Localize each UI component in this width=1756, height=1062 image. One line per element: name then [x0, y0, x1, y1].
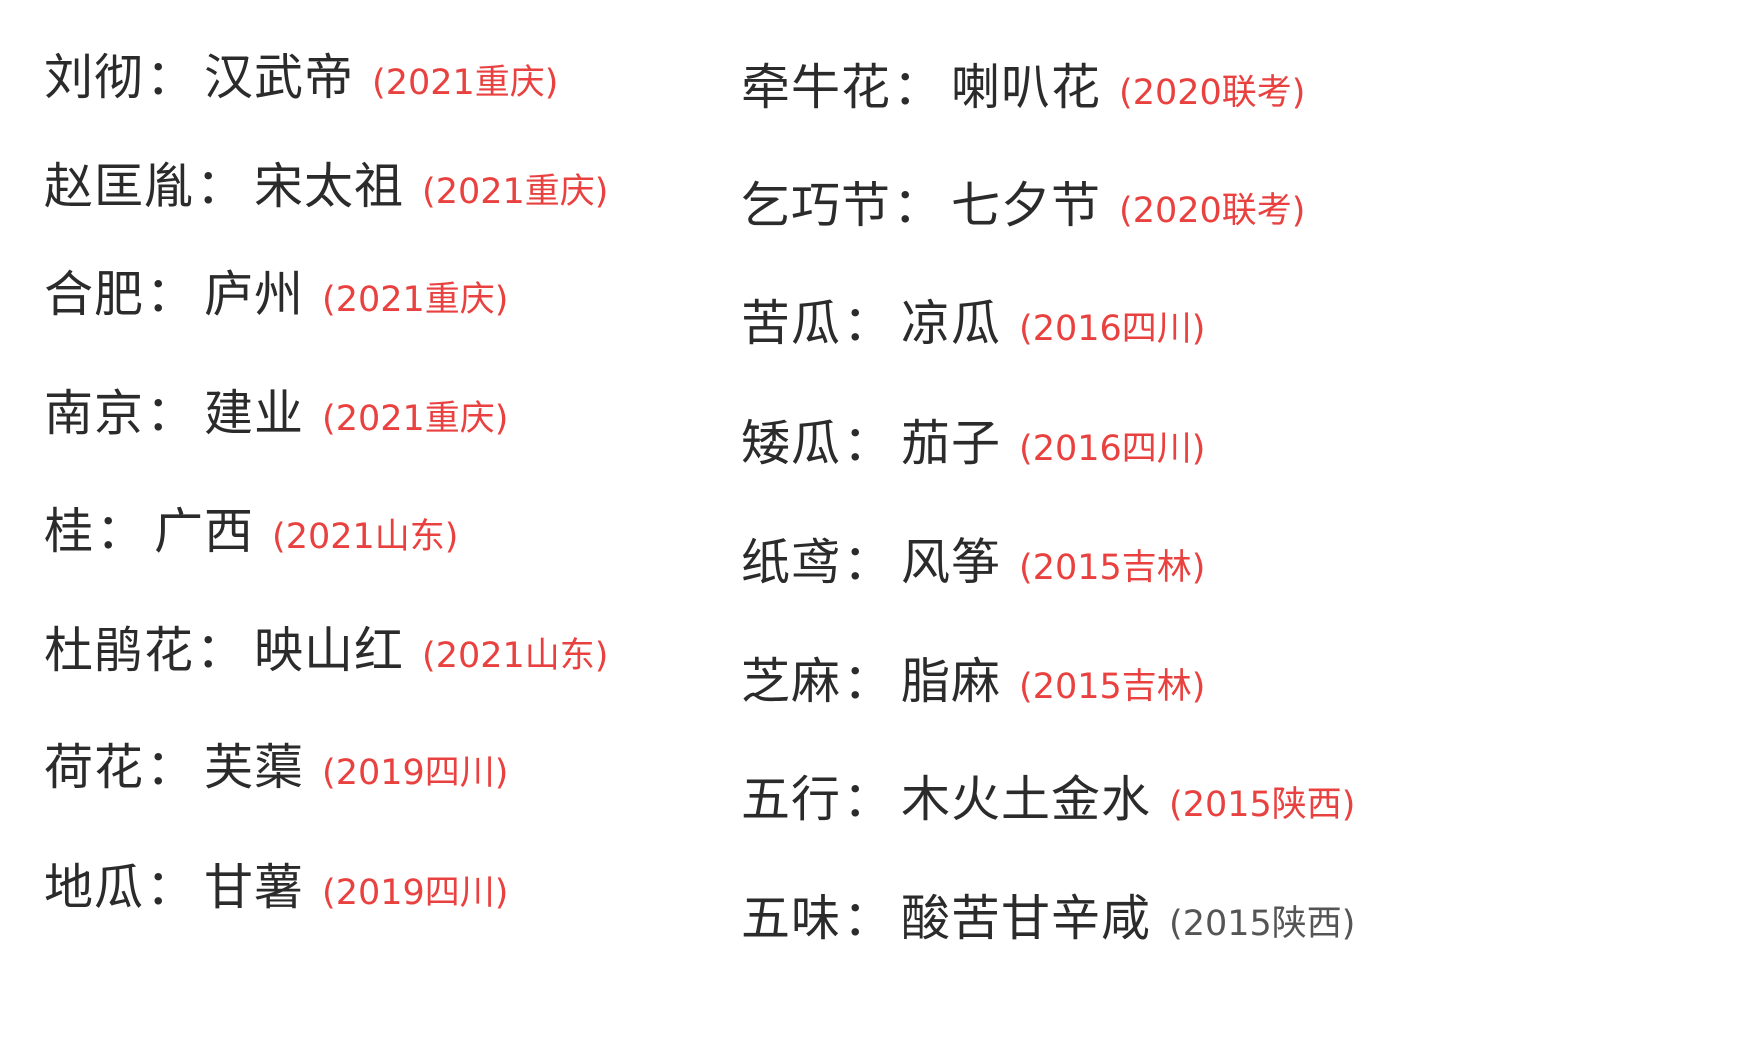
- separator: ：: [843, 534, 894, 591]
- separator: ：: [843, 771, 894, 828]
- source-tag: (2015吉林): [1019, 667, 1206, 707]
- source-tag: (2015陕西): [1169, 785, 1356, 825]
- list-item: 桂：广西 (2021山东): [44, 492, 458, 563]
- list-item: 纸鸢：风筝 (2015吉林): [741, 523, 1205, 594]
- list-item: 赵匡胤：宋太祖 (2021重庆): [44, 147, 608, 218]
- answer: 庐州: [204, 266, 305, 323]
- answer: 木火土金水: [901, 771, 1152, 828]
- source-tag: (2020联考): [1119, 73, 1306, 113]
- separator: ：: [146, 49, 197, 106]
- answer: 汉武帝: [204, 49, 355, 106]
- term: 地瓜: [44, 859, 145, 916]
- separator: ：: [146, 385, 197, 442]
- separator: ：: [843, 295, 894, 352]
- list-item: 芝麻：脂麻 (2015吉林): [741, 642, 1205, 713]
- answer: 喇叭花: [951, 59, 1102, 116]
- term: 赵匡胤: [44, 158, 195, 215]
- separator: ：: [843, 890, 894, 947]
- separator: ：: [196, 622, 247, 679]
- source-tag: (2020联考): [1119, 191, 1306, 231]
- source-tag: (2019四川): [322, 753, 509, 793]
- answer: 映山红: [254, 622, 405, 679]
- term: 芝麻: [741, 653, 842, 710]
- list-item: 刘彻：汉武帝 (2021重庆): [44, 38, 558, 109]
- answer: 风筝: [901, 534, 1002, 591]
- source-tag: (2015吉林): [1019, 548, 1206, 588]
- separator: ：: [146, 859, 197, 916]
- term: 南京: [44, 385, 145, 442]
- answer: 脂麻: [901, 653, 1002, 710]
- list-item: 地瓜：甘薯 (2019四川): [44, 848, 508, 919]
- source-tag: (2021重庆): [322, 280, 509, 320]
- source-tag: (2015陕西): [1169, 904, 1356, 944]
- source-tag: (2019四川): [322, 873, 509, 913]
- source-tag: (2021重庆): [322, 399, 509, 439]
- term: 合肥: [44, 266, 145, 323]
- source-tag: (2021重庆): [422, 172, 609, 212]
- term: 乞巧节: [741, 177, 892, 234]
- source-tag: (2016四川): [1019, 429, 1206, 469]
- separator: ：: [146, 266, 197, 323]
- term: 刘彻: [44, 49, 145, 106]
- list-item: 乞巧节：七夕节 (2020联考): [741, 166, 1305, 237]
- answer: 建业: [204, 385, 305, 442]
- term: 牵牛花: [741, 59, 892, 116]
- answer: 茄子: [901, 415, 1002, 472]
- term: 苦瓜: [741, 295, 842, 352]
- separator: ：: [843, 415, 894, 472]
- list-item: 荷花：芙蕖 (2019四川): [44, 728, 508, 799]
- term: 五味: [741, 890, 842, 947]
- source-tag: (2016四川): [1019, 309, 1206, 349]
- answer: 甘薯: [204, 859, 305, 916]
- answer: 宋太祖: [254, 158, 405, 215]
- list-item: 合肥：庐州 (2021重庆): [44, 255, 508, 326]
- list-item: 牵牛花：喇叭花 (2020联考): [741, 48, 1305, 119]
- term: 桂: [44, 503, 95, 560]
- list-item: 南京：建业 (2021重庆): [44, 374, 508, 445]
- separator: ：: [146, 739, 197, 796]
- term: 矮瓜: [741, 415, 842, 472]
- separator: ：: [96, 503, 147, 560]
- separator: ：: [843, 653, 894, 710]
- list-item: 五行：木火土金水 (2015陕西): [741, 760, 1355, 831]
- answer: 酸苦甘辛咸: [901, 890, 1152, 947]
- term: 五行: [741, 771, 842, 828]
- separator: ：: [196, 158, 247, 215]
- separator: ：: [893, 177, 944, 234]
- source-tag: (2021重庆): [372, 63, 559, 103]
- separator: ：: [893, 59, 944, 116]
- source-tag: (2021山东): [422, 636, 609, 676]
- list-item: 苦瓜：凉瓜 (2016四川): [741, 284, 1205, 355]
- answer: 广西: [154, 503, 255, 560]
- knowledge-list-page: 刘彻：汉武帝 (2021重庆) 赵匡胤：宋太祖 (2021重庆) 合肥：庐州 (202…: [0, 0, 1756, 1062]
- term: 荷花: [44, 739, 145, 796]
- list-item: 五味：酸苦甘辛咸 (2015陕西): [741, 879, 1355, 950]
- term: 杜鹃花: [44, 622, 195, 679]
- source-tag: (2021山东): [272, 517, 459, 557]
- answer: 七夕节: [951, 177, 1102, 234]
- answer: 芙蕖: [204, 739, 305, 796]
- list-item: 矮瓜：茄子 (2016四川): [741, 404, 1205, 475]
- term: 纸鸢: [741, 534, 842, 591]
- answer: 凉瓜: [901, 295, 1002, 352]
- list-item: 杜鹃花：映山红 (2021山东): [44, 611, 608, 682]
